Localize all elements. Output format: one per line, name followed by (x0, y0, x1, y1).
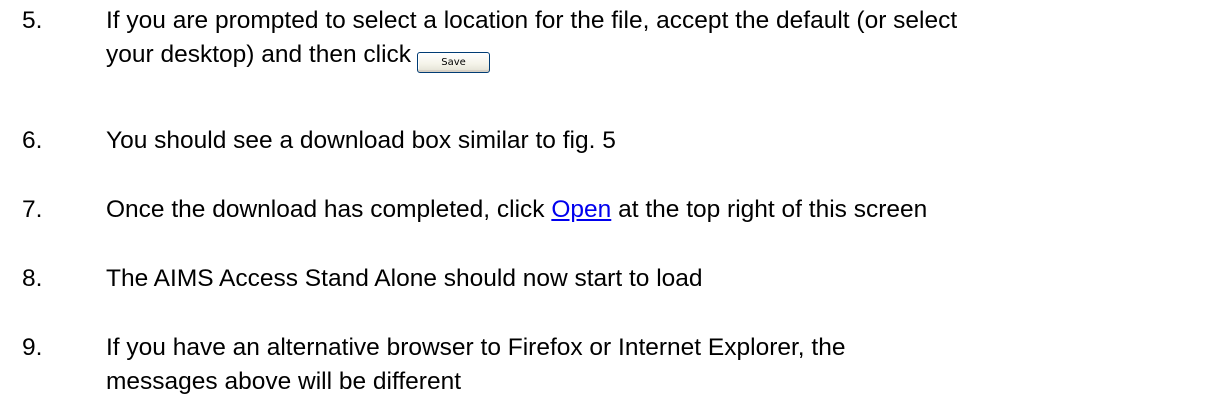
step-number: 5. (22, 7, 43, 34)
step-text-line-2: your desktop) and then click Save (106, 38, 1226, 73)
open-link[interactable]: Open (551, 196, 611, 223)
step-text: The AIMS Access Stand Alone should now s… (106, 265, 703, 292)
step-text: Once the download has completed, click O… (106, 193, 1226, 227)
step-text: If you have an alternative browser to Fi… (106, 331, 1226, 399)
step-text: If you are prompted to select a location… (106, 4, 1226, 73)
step-number: 7. (22, 196, 43, 223)
save-button-image: Save (417, 52, 491, 73)
step-text-before-link: Once the download has completed, click (106, 196, 552, 223)
step-text-line-2-content: your desktop) and then click (106, 41, 412, 68)
instruction-document: 5. If you are prompted to select a locat… (0, 0, 1232, 417)
step-text: You should see a download box similar to… (106, 127, 616, 154)
step-number: 9. (22, 334, 43, 361)
step-text-line-1: If you have an alternative browser to Fi… (106, 334, 846, 361)
step-number: 6. (22, 127, 43, 154)
step-text-line-1: If you are prompted to select a location… (106, 7, 958, 34)
step-text-line-2: messages above will be different (106, 368, 461, 395)
step-text-after-link: at the top right of this screen (611, 196, 928, 223)
step-number: 8. (22, 265, 43, 292)
